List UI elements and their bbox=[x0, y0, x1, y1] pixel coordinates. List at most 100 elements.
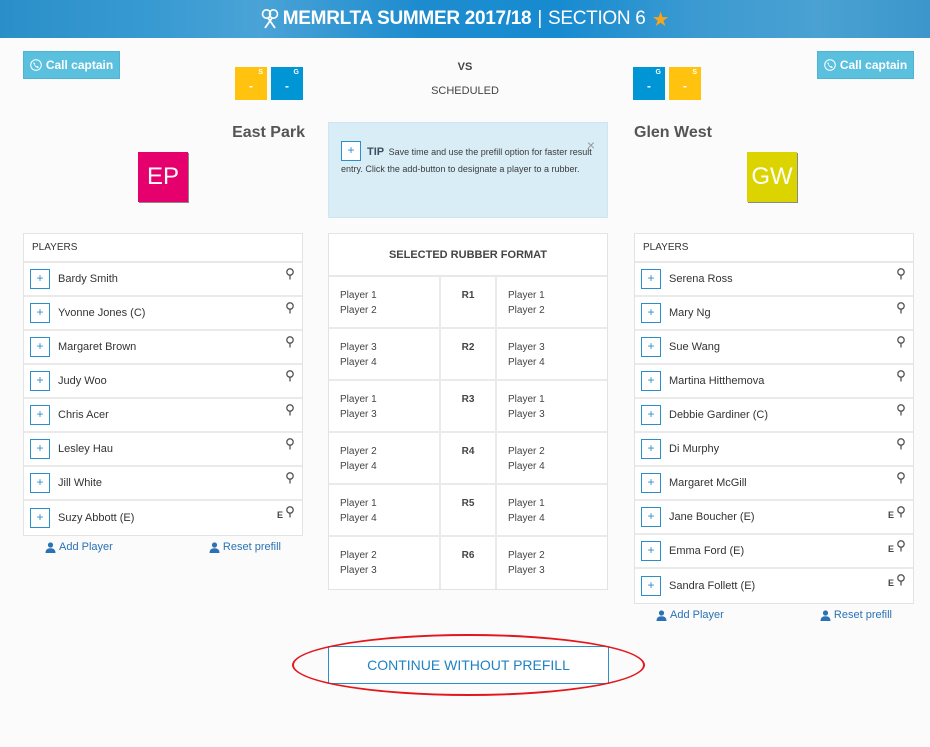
rubber-row: Player 1 Player 4 R5 Player 1 Player 4 bbox=[329, 485, 607, 537]
player-name: Sandra Follett (E) bbox=[669, 580, 756, 592]
add-to-rubber-button[interactable]: + bbox=[641, 337, 661, 357]
player-row: + Debbie Gardiner (C) bbox=[635, 399, 913, 433]
rubber-player: Player 3 bbox=[340, 409, 377, 420]
add-to-rubber-button[interactable]: + bbox=[641, 405, 661, 425]
add-to-rubber-button[interactable]: + bbox=[641, 576, 661, 596]
add-to-rubber-button[interactable]: + bbox=[30, 473, 50, 493]
home-rubber-players: Player 1 Player 2 bbox=[329, 277, 441, 327]
add-to-rubber-button[interactable]: + bbox=[30, 337, 50, 357]
rubber-player: Player 2 bbox=[508, 305, 545, 316]
female-icon bbox=[897, 336, 905, 348]
players-header: PLAYERS bbox=[635, 234, 913, 263]
rubber-player: Player 4 bbox=[508, 357, 545, 368]
away-rubber-players: Player 3 Player 4 bbox=[497, 329, 607, 379]
rubber-player: Player 1 bbox=[508, 290, 545, 301]
add-to-rubber-button[interactable]: + bbox=[30, 303, 50, 323]
female-icon bbox=[897, 438, 905, 450]
rubber-player: Player 4 bbox=[508, 513, 545, 524]
user-icon bbox=[209, 541, 220, 553]
user-icon bbox=[656, 609, 667, 621]
rubber-row: Player 1 Player 3 R3 Player 1 Player 3 bbox=[329, 381, 607, 433]
add-to-rubber-button[interactable]: + bbox=[30, 508, 50, 528]
player-flag: E bbox=[887, 510, 894, 520]
rubber-player: Player 2 bbox=[340, 550, 377, 561]
female-icon bbox=[286, 268, 294, 280]
rubber-player: Player 3 bbox=[340, 565, 377, 576]
player-name: Jill White bbox=[58, 477, 103, 489]
rubber-player: Player 3 bbox=[508, 409, 545, 420]
rubber-player: Player 4 bbox=[340, 461, 377, 472]
add-to-rubber-button[interactable]: + bbox=[30, 405, 50, 425]
reset-prefill-label: Reset prefill bbox=[222, 541, 281, 553]
home-reset-prefill-link[interactable]: Reset prefill bbox=[209, 541, 281, 553]
away-team-logo: GW bbox=[747, 152, 797, 202]
player-name: Lesley Hau bbox=[58, 443, 114, 455]
player-name: Debbie Gardiner (C) bbox=[669, 409, 769, 421]
add-to-rubber-button[interactable]: + bbox=[641, 541, 661, 561]
rubber-player: Player 4 bbox=[340, 513, 377, 524]
add-to-rubber-button[interactable]: + bbox=[641, 507, 661, 527]
home-rubber-players: Player 2 Player 4 bbox=[329, 433, 441, 483]
player-row: + Mary Ng bbox=[635, 297, 913, 331]
female-icon bbox=[286, 302, 294, 314]
away-rubber-players: Player 1 Player 3 bbox=[497, 381, 607, 431]
header-banner: MEMRLTA SUMMER 2017/18 | SECTION 6 ★ bbox=[0, 0, 930, 38]
female-icon bbox=[286, 370, 294, 382]
rubber-label: R6 bbox=[441, 537, 497, 589]
rubber-player: Player 1 bbox=[340, 498, 377, 509]
player-name: Suzy Abbott (E) bbox=[58, 512, 135, 524]
add-player-label: Add Player bbox=[670, 609, 724, 621]
rubber-player: Player 1 bbox=[340, 394, 377, 405]
rubber-row: Player 1 Player 2 R1 Player 1 Player 2 bbox=[329, 277, 607, 329]
away-reset-prefill-link[interactable]: Reset prefill bbox=[820, 609, 892, 621]
player-name: Chris Acer bbox=[58, 409, 109, 421]
female-icon bbox=[897, 370, 905, 382]
rubber-row: Player 2 Player 4 R4 Player 2 Player 4 bbox=[329, 433, 607, 485]
rubber-player: Player 1 bbox=[508, 394, 545, 405]
player-name: Sue Wang bbox=[669, 341, 720, 353]
add-to-rubber-button[interactable]: + bbox=[641, 269, 661, 289]
female-icon bbox=[897, 472, 905, 484]
female-icon bbox=[897, 268, 905, 280]
add-to-rubber-button[interactable]: + bbox=[30, 371, 50, 391]
add-to-rubber-button[interactable]: + bbox=[641, 473, 661, 493]
close-icon[interactable]: × bbox=[587, 137, 595, 154]
continue-without-prefill-button[interactable]: CONTINUE WITHOUT PREFILL bbox=[328, 646, 609, 684]
home-player-list: + Bardy Smith + Yvonne Jones (C) + Margaret B… bbox=[24, 263, 302, 535]
rubber-player: Player 2 bbox=[340, 446, 377, 457]
add-to-rubber-button[interactable]: + bbox=[30, 439, 50, 459]
home-add-player-link[interactable]: Add Player bbox=[45, 541, 113, 553]
player-name: Serena Ross bbox=[669, 273, 733, 285]
add-to-rubber-button[interactable]: + bbox=[641, 439, 661, 459]
add-to-rubber-button[interactable]: + bbox=[30, 269, 50, 289]
away-player-actions: Add Player Reset prefill bbox=[656, 609, 892, 621]
star-icon[interactable]: ★ bbox=[652, 7, 670, 32]
player-name: Margaret Brown bbox=[58, 341, 137, 353]
away-player-list: + Serena Ross + Mary Ng + Sue Wang + Martina Hi… bbox=[635, 263, 913, 603]
vs-label: VS bbox=[457, 61, 473, 73]
home-rubber-players: Player 3 Player 4 bbox=[329, 329, 441, 379]
tip-alert: + TIP Save time and use the prefill optio… bbox=[328, 122, 608, 218]
tip-label: TIP bbox=[367, 146, 385, 158]
player-row: + Lesley Hau bbox=[24, 433, 302, 467]
player-row: + Judy Woo bbox=[24, 365, 302, 399]
rubber-player: Player 2 bbox=[340, 305, 377, 316]
add-to-rubber-button[interactable]: + bbox=[641, 303, 661, 323]
female-icon bbox=[897, 404, 905, 416]
user-icon bbox=[820, 609, 831, 621]
tip-plus-icon: + bbox=[341, 140, 361, 161]
player-row: + Margaret Brown bbox=[24, 331, 302, 365]
player-row: + Jane Boucher (E) E bbox=[635, 501, 913, 535]
home-team-logo: EP bbox=[138, 152, 188, 202]
player-row: + Jill White bbox=[24, 467, 302, 501]
player-row: + Chris Acer bbox=[24, 399, 302, 433]
rubber-rows: Player 1 Player 2 R1 Player 1 Player 2 Player… bbox=[329, 277, 607, 589]
title-section: SECTION 6 bbox=[547, 8, 646, 29]
player-name: Mary Ng bbox=[669, 307, 711, 319]
rubber-row: Player 2 Player 3 R6 Player 2 Player 3 bbox=[329, 537, 607, 589]
away-add-player-link[interactable]: Add Player bbox=[656, 609, 724, 621]
player-name: Jane Boucher (E) bbox=[669, 511, 755, 523]
players-header: PLAYERS bbox=[24, 234, 302, 263]
add-to-rubber-button[interactable]: + bbox=[641, 371, 661, 391]
rubber-player: Player 4 bbox=[340, 357, 377, 368]
